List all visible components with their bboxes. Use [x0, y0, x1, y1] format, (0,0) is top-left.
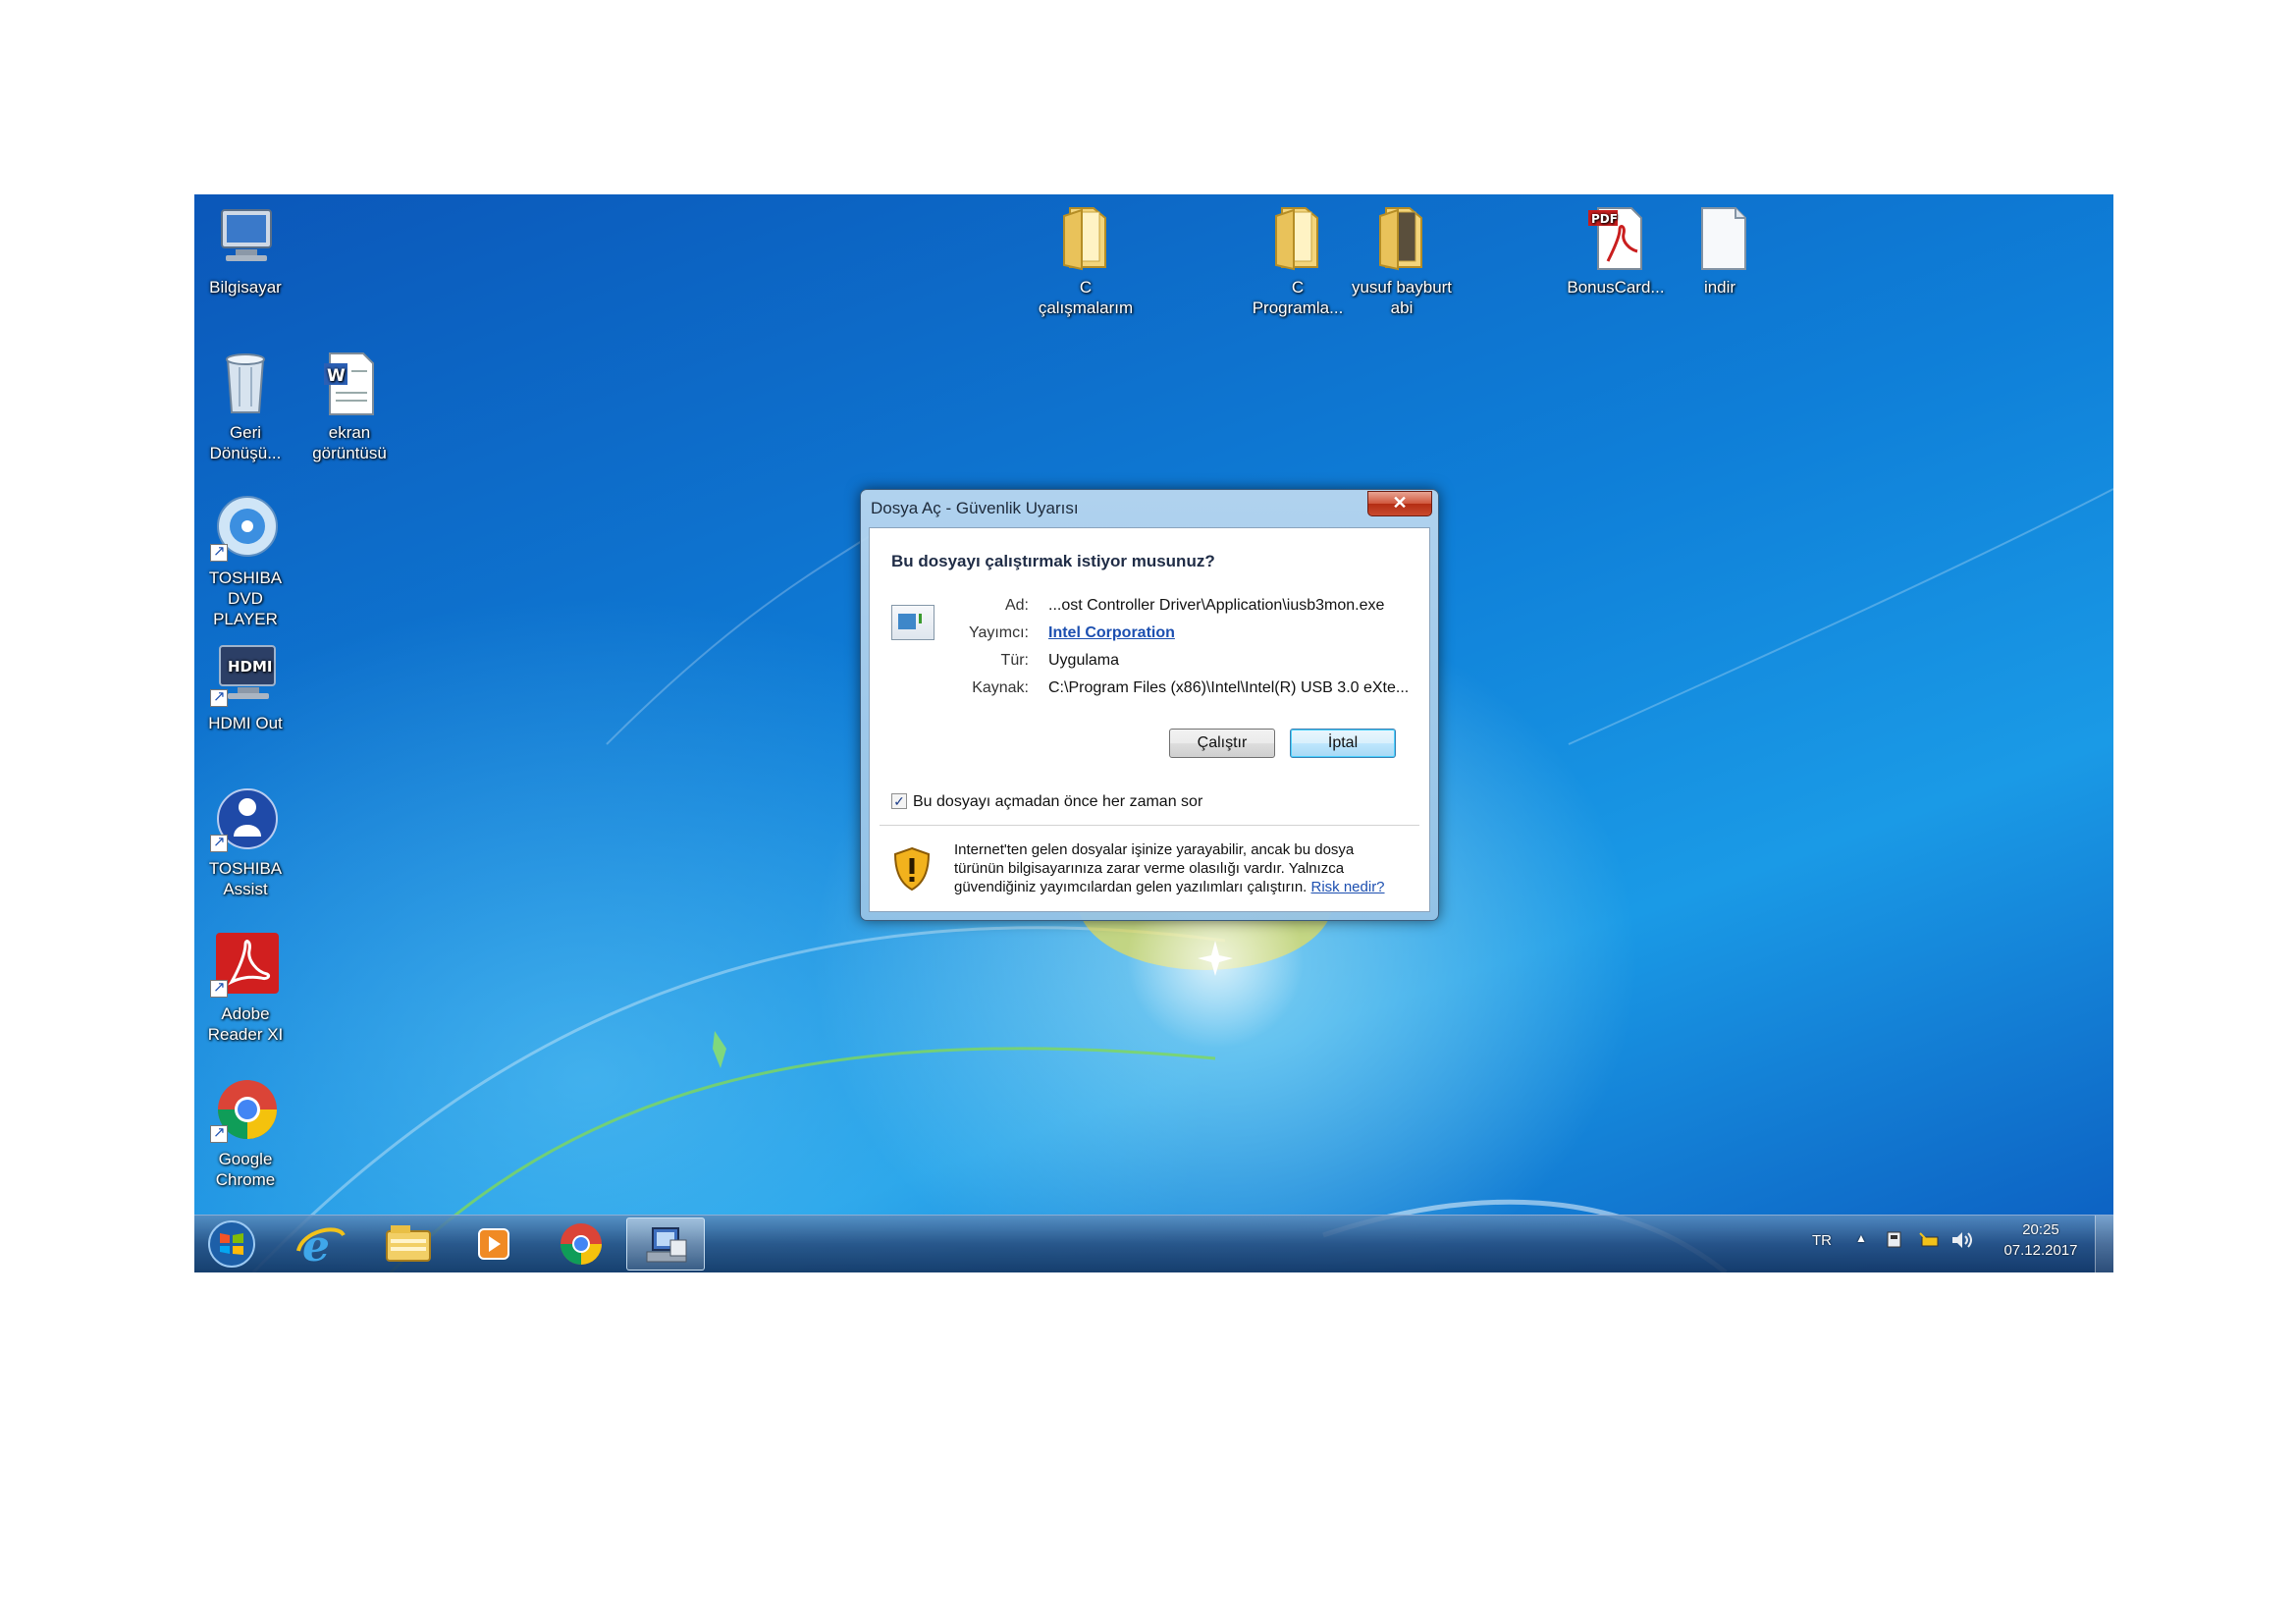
dvd-player-icon	[210, 495, 281, 562]
type-value: Uygulama	[1048, 652, 1120, 669]
dialog-titlebar[interactable]: Dosya Aç - Güvenlik Uyarısı ✕	[861, 490, 1438, 525]
always-ask-checkbox[interactable]: ✓	[891, 793, 907, 809]
shortcut-arrow-icon	[210, 686, 228, 707]
desktop: Bilgisayar Geri Dönüşü... W ekran görünt…	[194, 194, 2113, 1272]
security-warning-dialog: Dosya Aç - Güvenlik Uyarısı ✕ Bu dosyayı…	[860, 489, 1439, 921]
file-explorer-icon	[386, 1225, 431, 1262]
notification-flag-icon[interactable]	[1885, 1229, 1904, 1255]
dialog-body: Bu dosyayı çalıştırmak istiyor musunuz? …	[869, 527, 1430, 912]
risk-link[interactable]: Risk nedir?	[1311, 879, 1385, 895]
desktop-icon-label: C Programla...	[1252, 278, 1344, 317]
desktop-icon-label: indir	[1703, 278, 1736, 297]
checkmark-icon: ✓	[893, 793, 905, 809]
folder-icon	[1366, 204, 1437, 271]
desktop-icon-toshiba-assist[interactable]: TOSHIBA Assist	[194, 785, 296, 899]
desktop-icon-word-document[interactable]: W ekran görüntüsü	[298, 350, 400, 463]
recycle-bin-icon	[210, 350, 281, 416]
desktop-icon-computer[interactable]: Bilgisayar	[194, 204, 296, 298]
chrome-icon	[210, 1076, 281, 1143]
close-icon: ✕	[1392, 493, 1408, 513]
adobe-reader-icon	[210, 931, 281, 998]
separator	[880, 825, 1419, 826]
taskbar: e TR ▲ 20:25 07.12.2017	[194, 1215, 2113, 1272]
show-hidden-icons-icon[interactable]: ▲	[1855, 1231, 1867, 1245]
taskbar-chrome[interactable]	[542, 1217, 620, 1271]
desktop-icon-label: Google Chrome	[215, 1150, 276, 1189]
desktop-icon-bonuscard-pdf[interactable]: PDF BonusCard...	[1565, 204, 1667, 298]
taskbar-internet-explorer[interactable]: e	[283, 1217, 361, 1271]
desktop-icon-label: BonusCard...	[1567, 278, 1665, 297]
volume-icon[interactable]	[1949, 1229, 1975, 1255]
desktop-icon-adobe-reader[interactable]: Adobe Reader XI	[194, 931, 296, 1045]
internet-explorer-icon: e	[296, 1221, 346, 1271]
desktop-icon-label: ekran görüntüsü	[312, 423, 387, 462]
desktop-icon-folder-c-programla[interactable]: C Programla...	[1247, 204, 1349, 318]
dialog-title: Dosya Aç - Güvenlik Uyarısı	[871, 499, 1079, 517]
shortcut-arrow-icon	[210, 1122, 228, 1143]
start-button[interactable]	[196, 1217, 275, 1271]
media-player-icon	[478, 1228, 509, 1260]
hdmi-icon: HDMI	[210, 640, 281, 707]
security-warning-app-icon	[646, 1227, 687, 1263]
clock-date: 07.12.2017	[2003, 1242, 2078, 1259]
chrome-icon	[561, 1223, 602, 1265]
svg-text:W: W	[327, 366, 346, 386]
blank-file-icon	[1684, 204, 1755, 271]
desktop-icon-label: Bilgisayar	[209, 278, 282, 297]
word-document-icon: W	[314, 350, 385, 416]
desktop-icon-indir[interactable]: indir	[1669, 204, 1771, 298]
show-desktop-button[interactable]	[2095, 1216, 2113, 1272]
warning-shield-icon	[893, 846, 931, 892]
desktop-icon-label: C çalışmalarım	[1038, 278, 1134, 317]
power-icon[interactable]	[1918, 1229, 1942, 1255]
desktop-icon-recycle-bin[interactable]: Geri Dönüşü...	[194, 350, 296, 463]
desktop-icon-label: Adobe Reader XI	[207, 1004, 284, 1044]
warning-text: Internet'ten gelen dosyalar işinize yara…	[954, 841, 1355, 895]
run-button[interactable]: Çalıştır	[1169, 729, 1275, 758]
dialog-question: Bu dosyayı çalıştırmak istiyor musunuz?	[891, 552, 1215, 570]
toshiba-assist-icon	[210, 785, 281, 852]
start-orb-icon	[208, 1220, 255, 1268]
type-label: Tür:	[1000, 652, 1029, 669]
cancel-button[interactable]: İptal	[1290, 729, 1396, 758]
desktop-icon-hdmi-out[interactable]: HDMI HDMI Out	[194, 640, 296, 733]
taskbar-security-warning-app[interactable]	[626, 1217, 705, 1271]
desktop-icon-label: TOSHIBA DVD PLAYER	[208, 568, 283, 628]
source-label: Kaynak:	[972, 679, 1029, 696]
close-button[interactable]: ✕	[1367, 491, 1432, 516]
desktop-icon-label: Geri Dönüşü...	[209, 423, 282, 462]
taskbar-media-player[interactable]	[455, 1217, 534, 1271]
name-label: Ad:	[1004, 597, 1029, 614]
shortcut-arrow-icon	[210, 977, 228, 998]
computer-icon	[210, 204, 281, 271]
shortcut-arrow-icon	[210, 541, 228, 562]
clock[interactable]: 20:25 07.12.2017	[1999, 1221, 2083, 1259]
shortcut-arrow-icon	[210, 832, 228, 852]
warning-text-block: Internet'ten gelen dosyalar işinize yara…	[954, 840, 1396, 896]
publisher-label: Yayımcı:	[968, 624, 1029, 641]
desktop-icon-label: TOSHIBA Assist	[208, 859, 283, 898]
pdf-file-icon: PDF	[1580, 204, 1651, 271]
always-ask-label[interactable]: Bu dosyayı açmadan önce her zaman sor	[913, 793, 1202, 811]
desktop-icon-label: HDMI Out	[208, 714, 283, 732]
desktop-icon-label: yusuf bayburt abi	[1351, 278, 1453, 317]
desktop-icon-dvd-player[interactable]: TOSHIBA DVD PLAYER	[194, 495, 296, 629]
folder-icon	[1262, 204, 1333, 271]
svg-text:PDF: PDF	[1591, 212, 1618, 226]
desktop-icon-folder-yusuf[interactable]: yusuf bayburt abi	[1351, 204, 1453, 318]
svg-text:HDMI: HDMI	[228, 658, 273, 676]
language-indicator[interactable]: TR	[1812, 1232, 1832, 1249]
source-value: C:\Program Files (x86)\Intel\Intel(R) US…	[1048, 679, 1410, 696]
taskbar-file-explorer[interactable]	[369, 1217, 448, 1271]
desktop-icon-folder-c-calismalarim[interactable]: C çalışmalarım	[1035, 204, 1137, 318]
folder-icon	[1050, 204, 1121, 271]
name-value: ...ost Controller Driver\Application\ius…	[1048, 597, 1385, 614]
clock-time: 20:25	[2022, 1221, 2059, 1238]
desktop-icon-google-chrome[interactable]: Google Chrome	[194, 1076, 296, 1190]
publisher-link[interactable]: Intel Corporation	[1048, 624, 1175, 642]
